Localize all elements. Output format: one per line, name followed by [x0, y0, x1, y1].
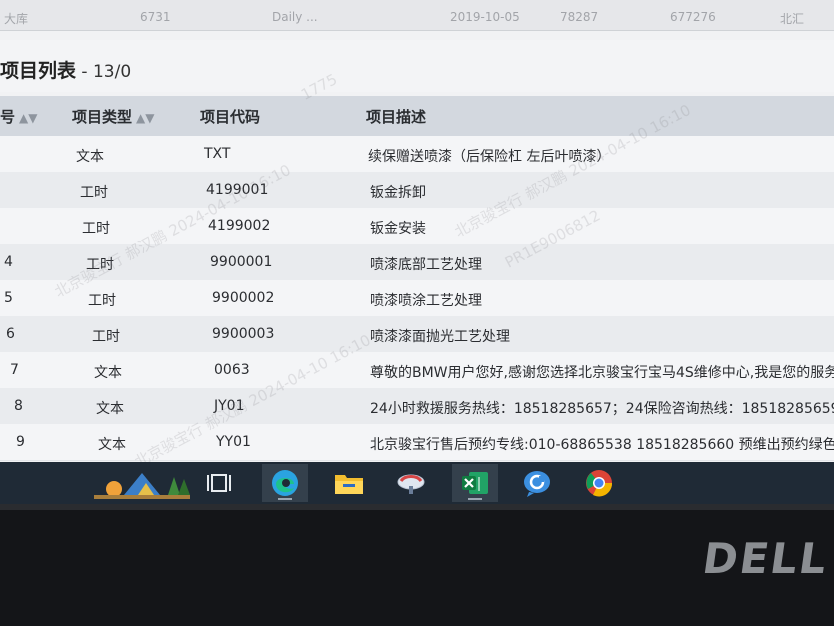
file-explorer-icon[interactable]	[326, 464, 372, 502]
row-type: 工时	[88, 293, 116, 309]
row-code: JY01	[214, 398, 245, 414]
table-row[interactable]: 9 文本 YY01 北京骏宝行售后预约专线:010-68865538 18518…	[0, 424, 834, 461]
row-number: 8	[14, 398, 23, 414]
table-header: 号 ▲▼ 项目类型 ▲▼ 项目代码 项目描述	[0, 96, 834, 136]
prev-cell: 78287	[560, 10, 599, 24]
table-row[interactable]: 6 工时 9900003 喷漆漆面抛光工艺处理	[0, 316, 834, 353]
title-bar: 项目列表 - 13/0	[0, 40, 834, 92]
row-description: 喷漆底部工艺处理	[370, 257, 482, 273]
table-row[interactable]: 4 工时 9900001 喷漆底部工艺处理	[0, 244, 834, 281]
column-header-code[interactable]: 项目代码	[200, 106, 260, 127]
row-number: 7	[10, 362, 19, 378]
row-code: 9900002	[212, 290, 275, 306]
bezel-edge	[0, 504, 834, 510]
table-row[interactable]: 工时 4199001 钣金拆卸	[0, 172, 834, 209]
row-description: 续保赠送喷漆（后保险杠 左后叶喷漆）	[368, 149, 611, 165]
dell-logo: DELL	[699, 534, 832, 583]
page-title-text: 项目列表	[0, 60, 77, 82]
prev-cell: 北汇	[780, 12, 805, 26]
row-description: 尊敬的BMW用户您好,感谢您选择北京骏宝行宝马4S维修中心,我是您的服务顾	[370, 365, 834, 381]
row-type: 文本	[98, 437, 126, 453]
column-label: 号	[0, 108, 16, 126]
row-code: 0063	[214, 362, 250, 378]
column-header-type[interactable]: 项目类型 ▲▼	[72, 106, 154, 127]
row-type: 工时	[86, 257, 114, 273]
row-type: 工时	[80, 185, 108, 201]
edge-browser-icon[interactable]	[262, 464, 308, 502]
row-number: 5	[4, 290, 13, 306]
row-number: 9	[16, 434, 25, 450]
monitor-bezel: DELL	[0, 504, 834, 626]
screen: 大库 6731 Daily ... 2019-10-05 78287 67727…	[0, 0, 834, 462]
excel-icon[interactable]	[452, 464, 498, 502]
row-number: 6	[6, 326, 15, 342]
column-header-description[interactable]: 项目描述	[366, 106, 426, 127]
table-row[interactable]: 8 文本 JY01 24小时救援服务热线：18518285657；24保险咨询热…	[0, 388, 834, 425]
table-row[interactable]: 工时 4199002 钣金安装	[0, 208, 834, 245]
row-description: 24小时救援服务热线：18518285657；24保险咨询热线：18518285…	[370, 401, 834, 417]
sort-icon[interactable]: ▲▼	[136, 111, 154, 125]
row-type: 文本	[94, 365, 122, 381]
active-indicator	[278, 498, 292, 500]
row-type: 工时	[82, 221, 110, 237]
column-label: 项目类型	[72, 108, 133, 126]
row-type: 文本	[76, 149, 104, 165]
page-title: 项目列表 - 13/0	[0, 56, 131, 83]
row-code: 9900001	[210, 254, 273, 270]
row-code: TXT	[204, 146, 231, 162]
row-code: 4199002	[208, 218, 271, 234]
item-count: - 13/0	[76, 62, 132, 82]
network-app-icon[interactable]	[388, 464, 434, 502]
column-label: 项目代码	[200, 108, 261, 126]
previous-table-row: 大库 6731 Daily ... 2019-10-05 78287 67727…	[0, 0, 834, 31]
prev-cell: 2019-10-05	[450, 10, 520, 24]
column-label: 项目描述	[366, 108, 427, 126]
row-type: 工时	[92, 329, 120, 345]
row-description: 钣金安装	[370, 221, 426, 237]
task-view-icon[interactable]	[196, 464, 242, 502]
prev-cell: 677276	[670, 10, 716, 24]
table-row[interactable]: 文本 TXT 续保赠送喷漆（后保险杠 左后叶喷漆）	[0, 136, 834, 173]
row-code: 9900003	[212, 326, 275, 342]
table-row[interactable]: 5 工时 9900002 喷漆喷涂工艺处理	[0, 280, 834, 317]
row-number: 4	[4, 254, 13, 270]
row-description: 钣金拆卸	[370, 185, 426, 201]
chrome-icon[interactable]	[576, 464, 622, 502]
row-code: 4199001	[206, 182, 269, 198]
row-description: 北京骏宝行售后预约专线:010-68865538 18518285660 预维出…	[370, 437, 834, 453]
prev-cell: Daily ...	[272, 10, 318, 24]
taskbar	[0, 462, 834, 504]
row-type: 文本	[96, 401, 124, 417]
row-code: YY01	[216, 434, 251, 450]
sort-icon[interactable]: ▲▼	[19, 111, 37, 125]
table-row[interactable]: 7 文本 0063 尊敬的BMW用户您好,感谢您选择北京骏宝行宝马4S维修中心,…	[0, 352, 834, 389]
prev-cell: 6731	[140, 10, 171, 24]
prev-cell: 大库	[4, 12, 29, 26]
row-description: 喷漆漆面抛光工艺处理	[370, 329, 510, 345]
column-header-number[interactable]: 号 ▲▼	[0, 106, 37, 127]
row-description: 喷漆喷涂工艺处理	[370, 293, 482, 309]
active-indicator	[468, 498, 482, 500]
widgets-icon[interactable]	[92, 464, 192, 502]
chat-app-icon[interactable]	[514, 464, 560, 502]
